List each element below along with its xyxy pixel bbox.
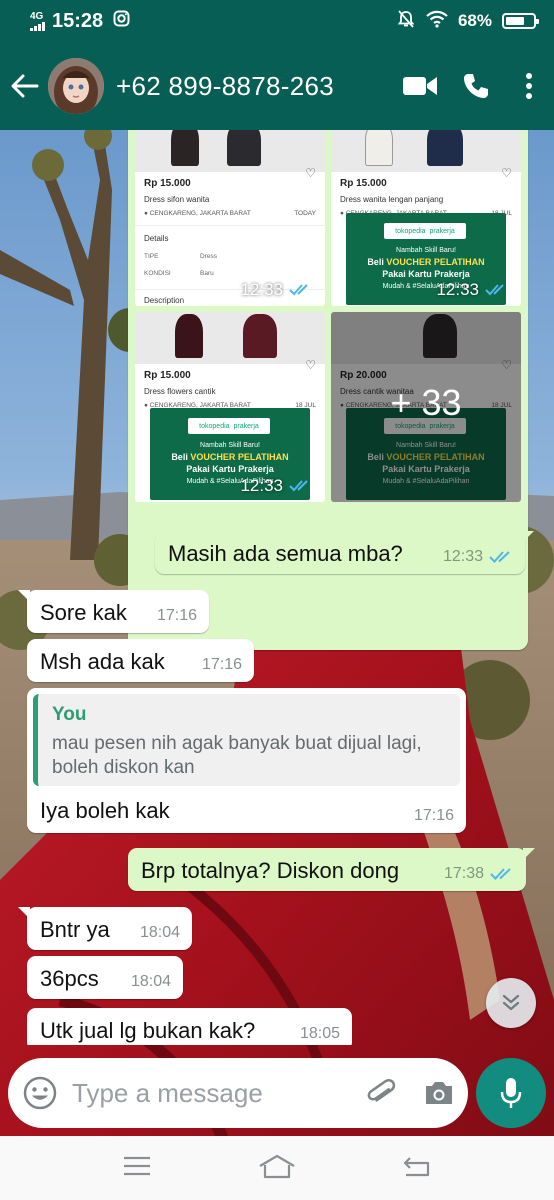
message-time: 17:16 [201,656,242,673]
message-time: 17:16 [156,607,197,624]
emoji-button[interactable] [8,1076,72,1110]
heart-icon: ♡ [305,358,316,372]
product-details: Details TIPE Dress KONDISI Baru [135,225,325,285]
product-title: Dress wanita lengan panjang [340,195,444,204]
emoji-icon [23,1076,57,1110]
chat-header: +62 899-8878-263 [0,42,554,130]
image-timestamp: 12:33 [436,280,507,300]
product-price: Rp 15.000 [144,178,191,189]
message-incoming-reply[interactable]: You mau pesen nih agak banyak buat dijua… [27,688,466,833]
voice-call-button[interactable] [448,56,504,116]
home-button[interactable] [257,1153,297,1184]
message-outgoing[interactable]: Masih ada semua mba? 12:33 [155,531,534,574]
attach-icon [367,1079,396,1102]
message-incoming[interactable]: 36pcs 18:04 [27,956,183,999]
attach-button[interactable] [352,1076,410,1110]
message-meta: 12:33 [443,548,513,566]
message-text: Iya boleh kak [40,798,170,823]
heart-icon: ♡ [501,166,512,180]
album-image-1[interactable]: Rp 15.000 ♡ Dress sifon wanita ● CENGKAR… [135,130,325,306]
camera-button[interactable] [410,1079,468,1107]
back-nav-button[interactable] [402,1154,432,1183]
quoted-message[interactable]: You mau pesen nih agak banyak buat dijua… [33,694,460,786]
product-location: ● CENGKARENG, JAKARTA BARAT TODAY [144,210,316,217]
image-timestamp: 12:33 [240,476,311,496]
message-incoming[interactable]: Sore kak 17:16 [18,590,209,633]
message-time: 18:05 [299,1025,340,1042]
message-incoming[interactable]: Bntr ya 18:04 [18,907,192,950]
menu-icon [124,1156,151,1175]
product-price: Rp 15.000 [340,178,387,189]
message-time: 18:04 [139,924,180,941]
contact-name[interactable]: +62 899-8878-263 [116,71,392,102]
quote-author: You [52,704,87,725]
status-bar: 4G 15:28 68% [0,0,554,42]
quote-text: mau pesen nih agak banyak buat dijual la… [52,733,422,778]
more-images-count: + 33 [390,382,462,423]
message-input[interactable]: Type a message [72,1078,352,1109]
battery-icon [502,13,539,29]
message-text: Sore kak [40,600,127,625]
product-title: Dress sifon wanita [144,195,210,204]
heart-icon: ♡ [305,166,316,180]
instagram-notification-icon [113,10,130,33]
double-chevron-down-icon [502,994,520,1011]
more-options-button[interactable] [504,56,554,116]
product-photo [135,312,325,364]
back-arrow-icon [11,74,39,98]
video-call-icon [403,77,437,95]
wifi-icon [426,10,448,33]
contact-avatar[interactable] [48,58,104,114]
back-button[interactable] [2,56,48,116]
message-text: Masih ada semua mba? [168,541,403,566]
album-image-3[interactable]: Rp 15.000 ♡ Dress flowers cantik ● CENGK… [135,312,325,502]
read-ticks-icon [289,480,308,492]
message-meta: 17:38 [444,865,514,883]
mute-bell-icon [396,9,416,34]
read-ticks-icon [289,284,308,296]
message-incoming[interactable]: Msh ada kak 17:16 [27,639,254,682]
product-title: Dress flowers cantik [144,387,216,396]
chat-area[interactable]: Rp 15.000 ♡ Dress sifon wanita ● CENGKAR… [0,130,554,1045]
product-photo [135,130,325,172]
message-text: 36pcs [40,966,99,991]
message-time: 17:16 [413,807,454,824]
read-ticks-icon [485,284,504,296]
mic-icon [500,1078,522,1108]
message-text: Msh ada kak [40,649,165,674]
video-call-button[interactable] [392,56,448,116]
message-outgoing[interactable]: Brp totalnya? Diskon dong 17:38 [128,848,535,891]
network-type: 4G [30,10,44,22]
message-text: Bntr ya [40,917,110,942]
album-image-4-more[interactable]: Rp 20.000 ♡ Dress cantik wanitaa ● CENGK… [331,312,521,502]
product-photo [331,130,521,172]
scroll-to-bottom-button[interactable] [486,978,536,1028]
battery-percent: 68% [457,11,492,30]
system-navigation-bar [0,1136,554,1200]
network-indicator: 4G [30,10,46,31]
product-price: Rp 15.000 [144,370,191,381]
read-ticks-icon [489,551,510,563]
message-text: Utk jual lg bukan kak? [40,1018,256,1043]
phone-icon [464,74,488,98]
message-text: Brp totalnya? Diskon dong [141,858,400,883]
message-composer: Type a message [8,1058,468,1128]
read-ticks-icon [490,868,511,880]
recent-apps-button[interactable] [122,1155,152,1182]
more-vert-icon [526,73,532,99]
message-incoming[interactable]: Utk jual lg bukan kak? 18:05 [27,1008,352,1045]
home-icon [259,1154,295,1178]
image-timestamp: 12:33 [240,280,311,300]
voice-message-button[interactable] [476,1058,546,1128]
return-icon [403,1156,429,1176]
album-image-2[interactable]: Rp 15.000 ♡ Dress wanita lengan panjang … [331,130,521,306]
message-time: 18:04 [130,973,171,990]
status-time: 15:28 [52,9,104,32]
camera-icon [426,1082,452,1104]
